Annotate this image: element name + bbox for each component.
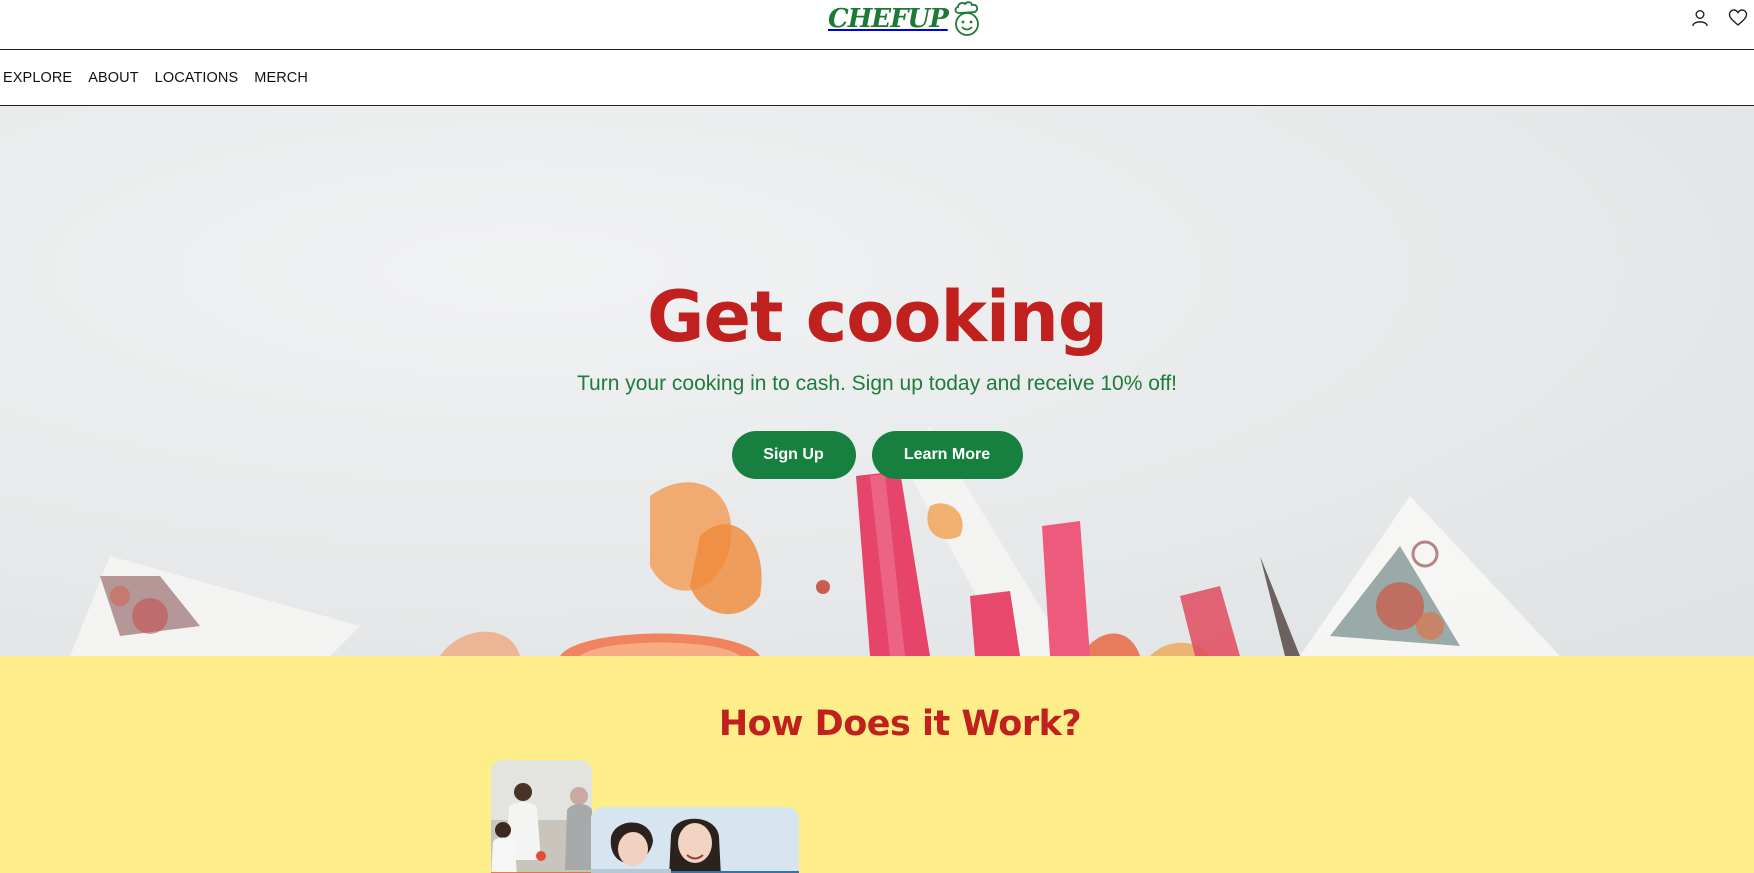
user-icon[interactable] <box>1690 8 1710 28</box>
family-cooking-photo <box>491 760 592 873</box>
chef-mascot-icon <box>954 1 979 36</box>
nav-item-about[interactable]: ABOUT <box>88 70 138 86</box>
top-header: CHEFUP <box>0 0 1754 50</box>
hero-banner: Get cooking Turn your cooking in to cash… <box>0 106 1754 656</box>
how-it-works-title: How Does it Work? <box>718 704 1082 744</box>
header-actions <box>1690 8 1748 28</box>
brand-name: CHEFUP <box>828 4 949 34</box>
learn-more-button[interactable]: Learn More <box>871 431 1023 479</box>
main-nav: EXPLORE ABOUT LOCATIONS MERCH <box>0 50 1754 106</box>
women-cooking-photo <box>591 807 799 873</box>
hero-content: Get cooking Turn your cooking in to cash… <box>0 106 1754 656</box>
nav-item-locations[interactable]: LOCATIONS <box>155 70 239 86</box>
nav-item-merch[interactable]: MERCH <box>254 70 308 86</box>
brand-logo[interactable]: CHEFUP <box>828 0 982 38</box>
nav-item-explore[interactable]: EXPLORE <box>3 70 72 86</box>
hero-actions: Sign Up Learn More <box>0 431 1754 479</box>
heart-icon[interactable] <box>1728 8 1748 28</box>
hero-title: Get cooking <box>647 276 1108 358</box>
sign-up-button[interactable]: Sign Up <box>731 431 856 479</box>
how-it-works-section: How Does it Work? <box>0 656 1754 873</box>
hero-subtitle: Turn your cooking in to cash. Sign up to… <box>576 372 1178 395</box>
